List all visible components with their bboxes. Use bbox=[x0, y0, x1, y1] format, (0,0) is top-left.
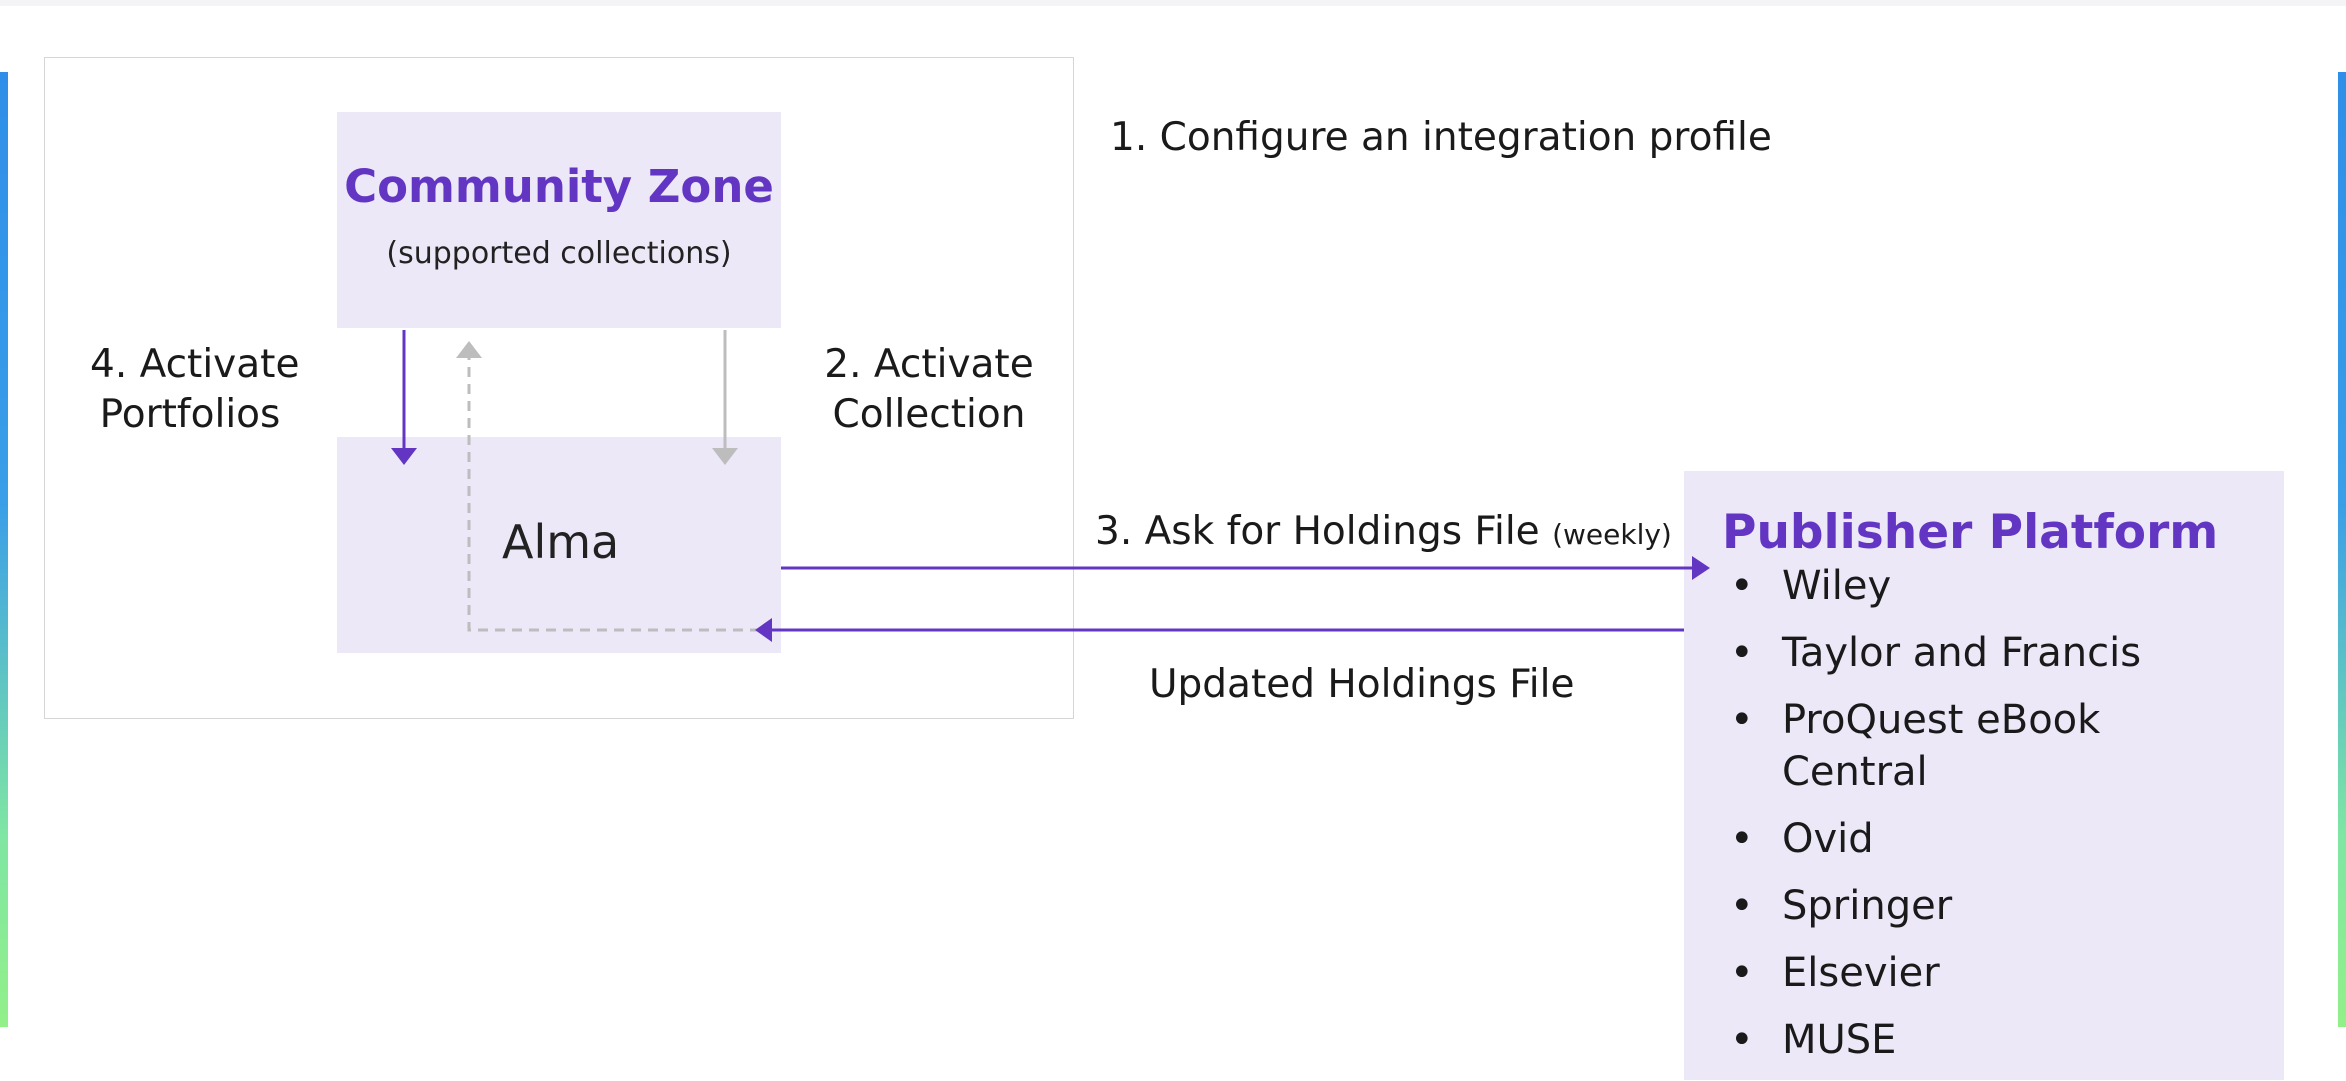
activate-collection-arrow bbox=[712, 330, 738, 465]
ask-holdings-arrow bbox=[781, 556, 1710, 580]
holdings-sync-dashed-arrow bbox=[456, 341, 760, 632]
updated-holdings-arrow bbox=[755, 618, 1684, 642]
activate-portfolios-arrow bbox=[391, 330, 417, 465]
diagram-arrows bbox=[391, 330, 1710, 642]
